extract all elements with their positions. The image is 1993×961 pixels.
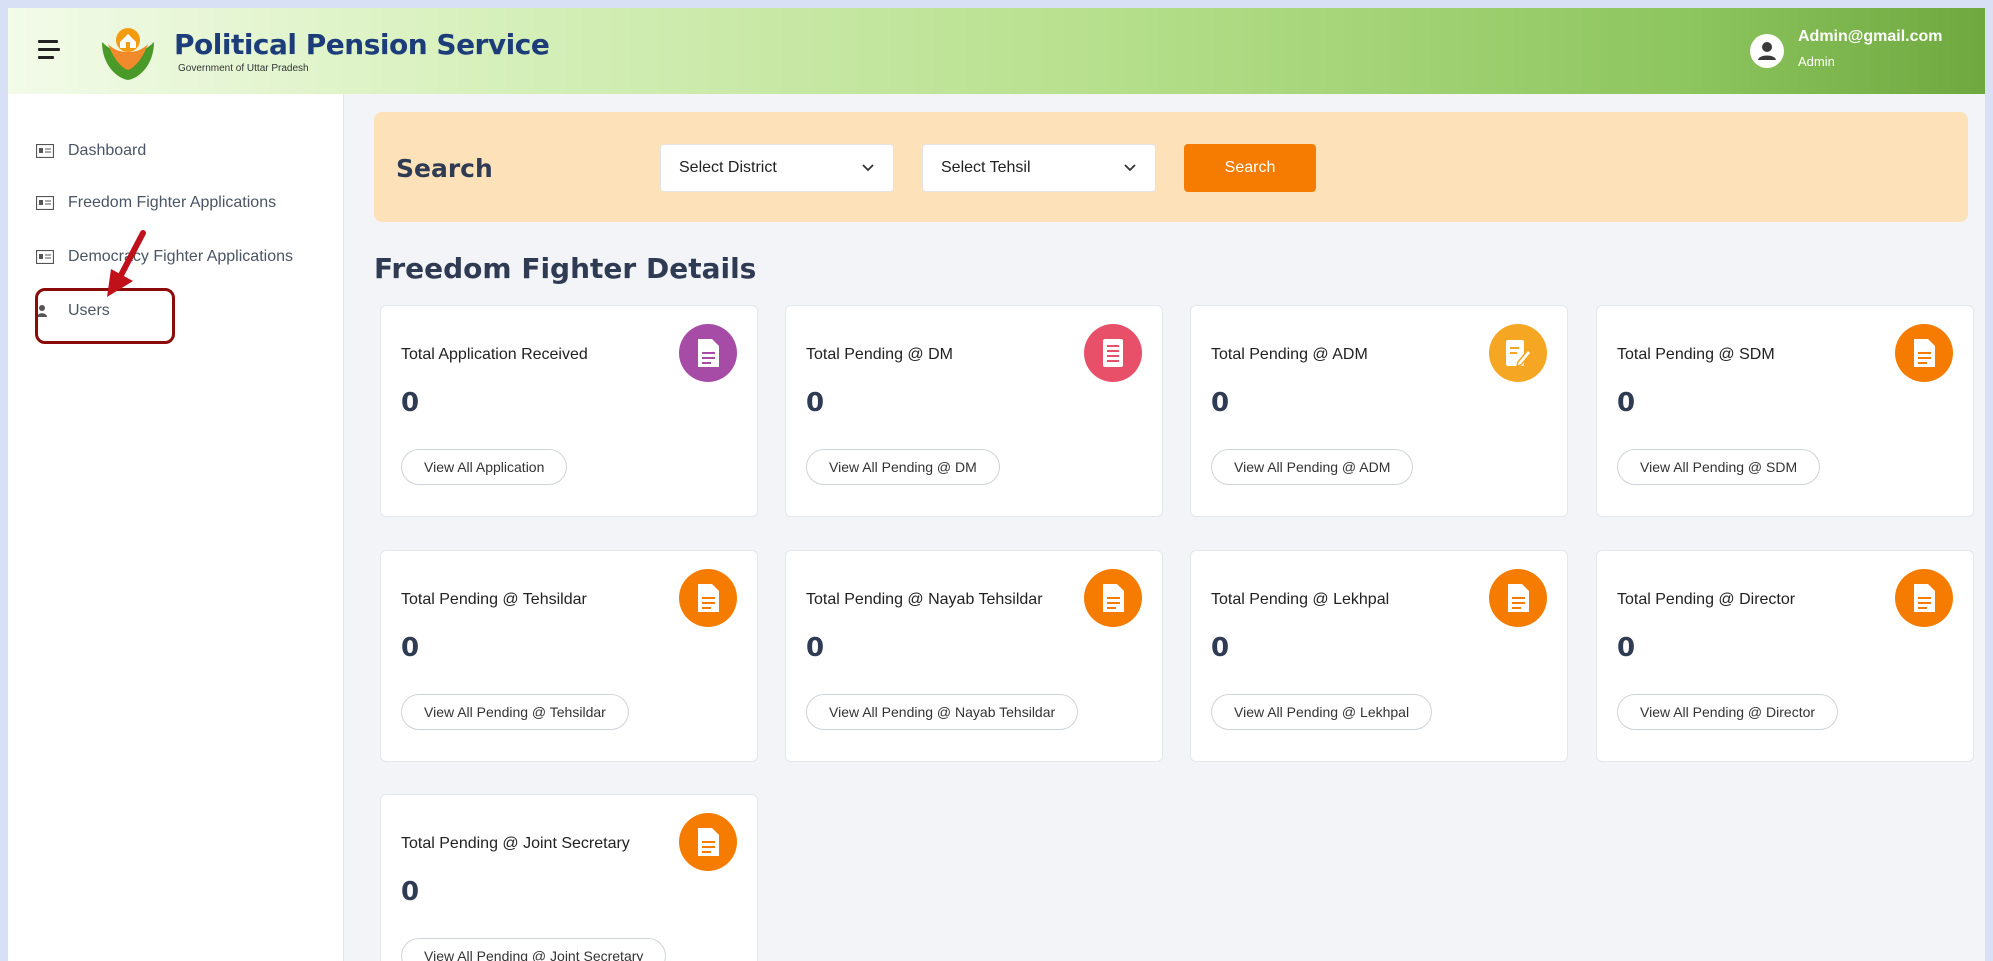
document-icon — [1895, 324, 1953, 382]
document-icon — [679, 813, 737, 871]
hamburger-menu-icon[interactable] — [38, 40, 62, 62]
stat-card: Total Pending @ Joint Secretary 0 View A… — [380, 794, 758, 961]
card-label: Total Pending @ Nayab Tehsildar — [806, 591, 1043, 608]
view-all-button[interactable]: View All Pending @ Joint Secretary — [401, 938, 667, 961]
app-frame: Political Pension Service Government of … — [8, 8, 1985, 961]
view-all-button[interactable]: View All Pending @ Tehsildar — [401, 694, 629, 730]
district-select[interactable]: Select District — [660, 144, 894, 192]
id-card-icon — [36, 196, 54, 210]
card-count: 0 — [1211, 633, 1230, 663]
user-role: Admin — [1798, 54, 1835, 69]
stat-card: Total Pending @ ADM 0 View All Pending @… — [1190, 305, 1568, 517]
view-all-button[interactable]: View All Pending @ Nayab Tehsildar — [806, 694, 1079, 730]
stat-card: Total Pending @ Tehsildar 0 View All Pen… — [380, 550, 758, 762]
document-icon — [679, 569, 737, 627]
stat-card: Total Pending @ DM 0 View All Pending @ … — [785, 305, 1163, 517]
card-count: 0 — [401, 388, 420, 418]
view-all-button[interactable]: View All Pending @ DM — [806, 449, 1000, 485]
stat-card: Total Pending @ SDM 0 View All Pending @… — [1596, 305, 1974, 517]
view-all-button[interactable]: View All Pending @ SDM — [1617, 449, 1821, 485]
view-all-button[interactable]: View All Pending @ Lekhpal — [1211, 694, 1433, 730]
chevron-down-icon — [862, 164, 874, 172]
sidebar-item-label: Freedom Fighter Applications — [68, 194, 277, 211]
stat-card: Total Application Received 0 View All Ap… — [380, 305, 758, 517]
section-title: Freedom Fighter Details — [374, 252, 757, 285]
annotation-arrow-icon — [107, 230, 146, 297]
card-count: 0 — [401, 633, 420, 663]
card-label: Total Pending @ Director — [1617, 591, 1796, 608]
district-select-value: Select District — [679, 159, 777, 176]
sidebar-item-dashboard[interactable]: Dashboard — [36, 136, 146, 166]
stat-card: Total Pending @ Nayab Tehsildar 0 View A… — [785, 550, 1163, 762]
card-label: Total Pending @ ADM — [1211, 346, 1368, 363]
card-count: 0 — [806, 633, 825, 663]
document-icon — [1895, 569, 1953, 627]
list-document-icon — [1084, 324, 1142, 382]
sidebar-item-democracy-fighter-applications[interactable]: Democracy Fighter Applications — [36, 242, 293, 272]
card-count: 0 — [1617, 633, 1636, 663]
sidebar-item-label: Democracy Fighter Applications — [68, 248, 293, 265]
search-panel: Search Select District Select Tehsil Sea… — [374, 112, 1968, 222]
brand-subtitle: Government of Uttar Pradesh — [178, 63, 309, 74]
card-label: Total Pending @ SDM — [1617, 346, 1775, 363]
top-header: Political Pension Service Government of … — [8, 8, 1985, 94]
chevron-down-icon — [1124, 164, 1136, 172]
user-email[interactable]: Admin@gmail.com — [1798, 28, 1943, 46]
card-label: Total Application Received — [401, 346, 588, 363]
brand-title: Political Pension Service — [174, 28, 550, 61]
stat-card: Total Pending @ Lekhpal 0 View All Pendi… — [1190, 550, 1568, 762]
search-title: Search — [396, 154, 493, 183]
card-count: 0 — [806, 388, 825, 418]
logo-icon — [102, 28, 154, 80]
card-count: 0 — [401, 877, 420, 907]
tehsil-select[interactable]: Select Tehsil — [922, 144, 1156, 192]
user-avatar-icon[interactable] — [1750, 34, 1784, 68]
id-card-icon — [36, 144, 54, 158]
card-label: Total Pending @ Joint Secretary — [401, 835, 630, 852]
document-icon — [679, 324, 737, 382]
document-icon — [1489, 569, 1547, 627]
card-label: Total Pending @ Lekhpal — [1211, 591, 1390, 608]
stat-card: Total Pending @ Director 0 View All Pend… — [1596, 550, 1974, 762]
sidebar: Dashboard Freedom Fighter Applications D… — [8, 94, 344, 961]
view-all-button[interactable]: View All Pending @ ADM — [1211, 449, 1414, 485]
sidebar-item-label: Dashboard — [68, 142, 147, 159]
card-label: Total Pending @ Tehsildar — [401, 591, 587, 608]
search-button[interactable]: Search — [1184, 144, 1316, 192]
main-content: Search Select District Select Tehsil Sea… — [344, 94, 1985, 961]
id-card-icon — [36, 250, 54, 264]
sidebar-item-freedom-fighter-applications[interactable]: Freedom Fighter Applications — [36, 188, 276, 218]
card-label: Total Pending @ DM — [806, 346, 953, 363]
tehsil-select-value: Select Tehsil — [941, 159, 1031, 176]
card-count: 0 — [1617, 388, 1636, 418]
view-all-button[interactable]: View All Application — [401, 449, 568, 485]
view-all-button[interactable]: View All Pending @ Director — [1617, 694, 1839, 730]
document-icon — [1084, 569, 1142, 627]
card-count: 0 — [1211, 388, 1230, 418]
edit-document-icon — [1489, 324, 1547, 382]
